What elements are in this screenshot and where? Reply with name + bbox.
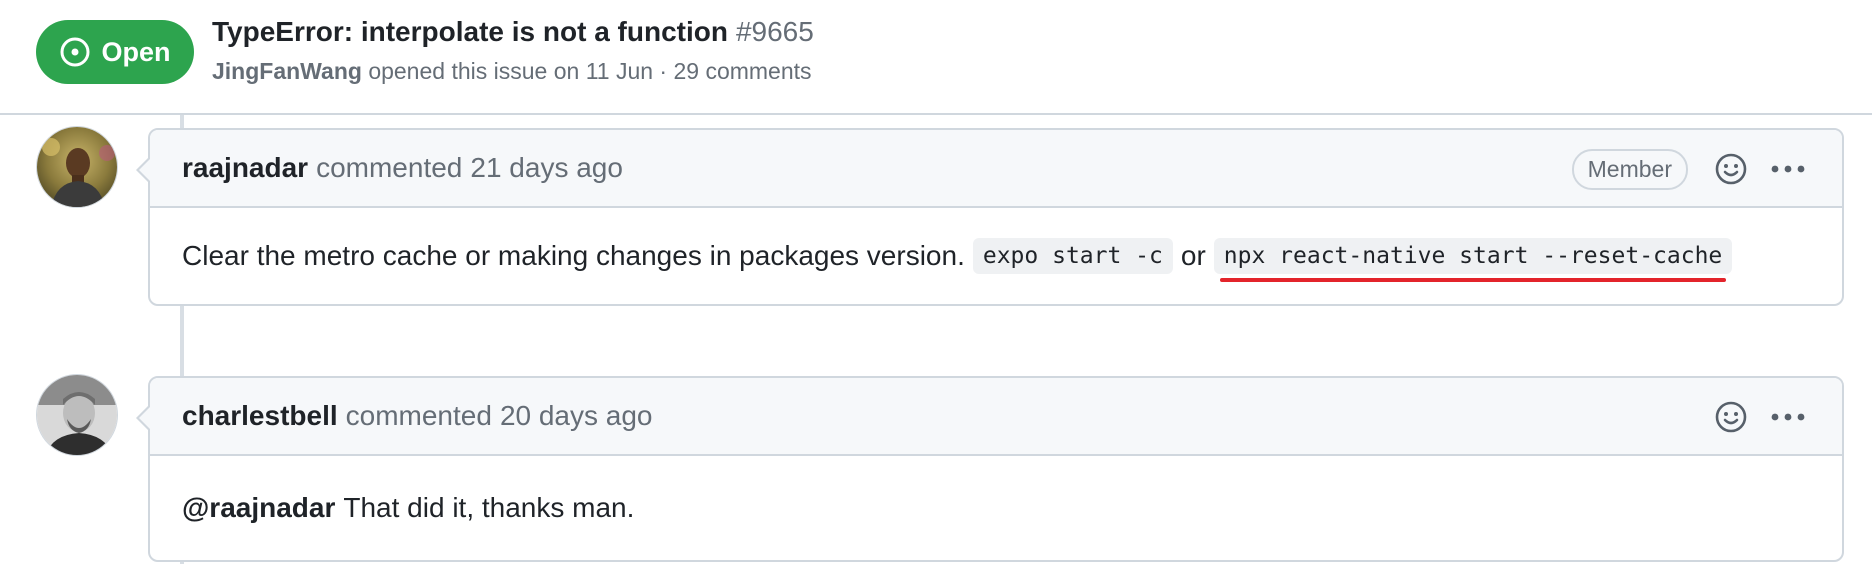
comment-author-link[interactable]: charlestbell [182, 400, 338, 432]
comment-text: That did it, thanks man. [343, 492, 635, 523]
issue-number: #9665 [735, 16, 814, 47]
issue-title-text: TypeError: interpolate is not a function [212, 16, 728, 47]
user-mention-link[interactable]: @raajnadar [182, 492, 335, 524]
member-badge: Member [1571, 148, 1688, 190]
comment-header: raajnadar commented 21 days ago Member [150, 130, 1842, 208]
inline-code-highlighted: npx react-native start --reset-cache [1213, 238, 1733, 282]
comment-body: Clear the metro cache or making changes … [150, 208, 1842, 304]
comment-timestamp-link[interactable]: 21 days ago [470, 152, 623, 184]
smiley-icon[interactable] [1714, 152, 1748, 186]
issue-sticky-header: Open TypeError: interpolate is not a fun… [0, 0, 1872, 115]
issue-opened-icon [59, 36, 91, 68]
comment-action: commented [345, 400, 492, 431]
issue-state-badge: Open [36, 20, 194, 84]
smiley-icon[interactable] [1714, 400, 1748, 434]
avatar-raajnadar[interactable] [36, 126, 118, 208]
comment-header: charlestbell commented 20 days ago [150, 378, 1842, 456]
avatar-charlestbell[interactable] [36, 374, 118, 456]
comment-card: raajnadar commented 21 days ago Member C… [136, 128, 1844, 306]
comment-body: @raajnadar That did it, thanks man. [150, 456, 1842, 560]
kebab-horizontal-icon[interactable] [1770, 411, 1806, 423]
comment-header-actions [1714, 378, 1806, 456]
comment-author-link[interactable]: raajnadar [182, 152, 308, 184]
comment-timestamp-link[interactable]: 20 days ago [500, 400, 653, 432]
issue-meta-text: opened this issue on 11 Jun · 29 comment… [368, 58, 812, 84]
issue-author-link[interactable]: JingFanWang [212, 58, 362, 84]
comment-connector: or [1180, 240, 1206, 271]
issue-state-label: Open [101, 36, 171, 67]
comment-header-actions: Member [1571, 130, 1806, 208]
kebab-horizontal-icon[interactable] [1770, 163, 1806, 175]
issue-title: TypeError: interpolate is not a function… [212, 16, 814, 48]
comment-card: charlestbell commented 20 days ago @raaj… [136, 376, 1844, 562]
issue-meta: JingFanWang opened this issue on 11 Jun … [212, 58, 812, 85]
comment-action: commented [316, 152, 463, 183]
comment-text: Clear the metro cache or making changes … [182, 240, 965, 271]
inline-code: expo start -c [972, 238, 1173, 274]
